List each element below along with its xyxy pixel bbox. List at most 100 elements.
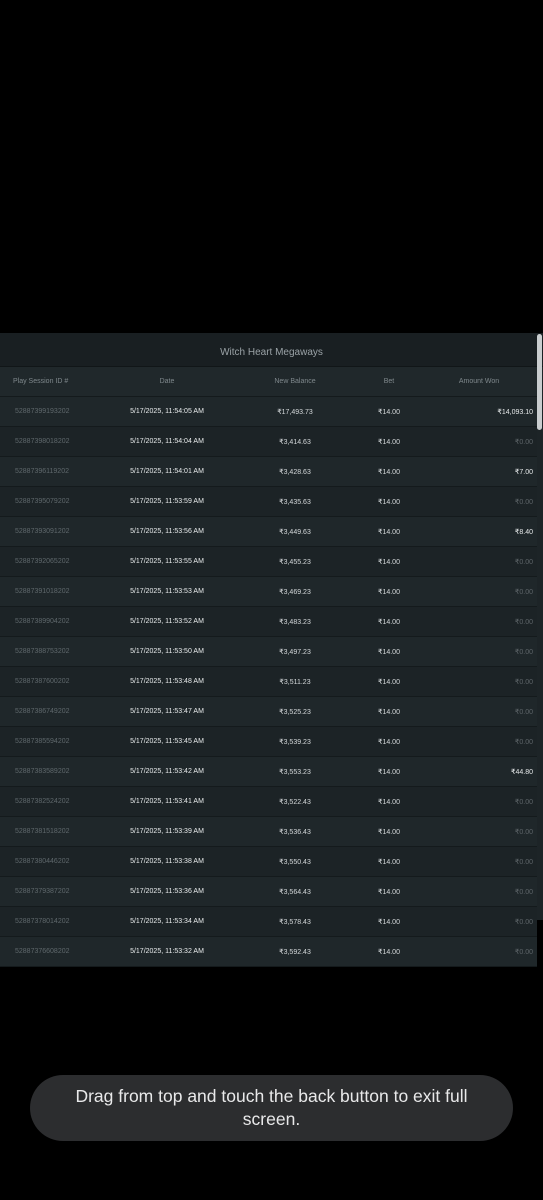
column-header-session-id[interactable]: Play Session ID # (0, 367, 102, 397)
table-row[interactable]: 52887386749202 5/17/2025, 11:53:47 AM ₹3,5… (0, 696, 537, 727)
amount-won-cell: ₹0.00 (420, 726, 537, 757)
table-row[interactable]: 52887388753202 5/17/2025, 11:53:50 AM ₹3,4… (0, 636, 537, 667)
date-cell: 5/17/2025, 11:53:39 AM (102, 816, 232, 847)
table-row[interactable]: 52887383589202 5/17/2025, 11:53:42 AM ₹3,5… (0, 756, 537, 787)
new-balance-cell: ₹3,522.43 (232, 786, 358, 817)
amount-won-cell: ₹0.00 (420, 936, 537, 967)
table-row[interactable]: 52887382524202 5/17/2025, 11:53:41 AM ₹3,5… (0, 786, 537, 817)
table-row[interactable]: 52887396119202 5/17/2025, 11:54:01 AM ₹3,4… (0, 456, 537, 487)
new-balance-cell: ₹3,428.63 (232, 456, 358, 487)
table-row[interactable]: 52887380446202 5/17/2025, 11:53:38 AM ₹3,5… (0, 846, 537, 877)
session-id-cell: 52887380446202 (0, 846, 102, 877)
session-id-cell: 52887391018202 (0, 576, 102, 607)
date-cell: 5/17/2025, 11:53:52 AM (102, 606, 232, 637)
session-id-cell: 52887376608202 (0, 936, 102, 967)
session-id-cell: 52887378014202 (0, 906, 102, 937)
amount-won-cell: ₹14,093.10 (420, 396, 537, 427)
session-id-cell: 52887395079202 (0, 486, 102, 517)
table-row[interactable]: 52887391018202 5/17/2025, 11:53:53 AM ₹3,4… (0, 576, 537, 607)
history-panel: Witch Heart Megaways Play Session ID # D… (0, 333, 543, 967)
amount-won-cell: ₹7.00 (420, 456, 537, 487)
bet-cell: ₹14.00 (358, 456, 420, 487)
new-balance-cell: ₹3,455.23 (232, 546, 358, 577)
table-row[interactable]: 52887398018202 5/17/2025, 11:54:04 AM ₹3,4… (0, 426, 537, 457)
date-cell: 5/17/2025, 11:53:59 AM (102, 486, 232, 517)
date-cell: 5/17/2025, 11:53:55 AM (102, 546, 232, 577)
date-cell: 5/17/2025, 11:53:38 AM (102, 846, 232, 877)
date-cell: 5/17/2025, 11:54:05 AM (102, 396, 232, 427)
bet-cell: ₹14.00 (358, 486, 420, 517)
amount-won-cell: ₹0.00 (420, 576, 537, 607)
amount-won-cell: ₹0.00 (420, 546, 537, 577)
new-balance-cell: ₹3,592.43 (232, 936, 358, 967)
session-id-cell: 52887381518202 (0, 816, 102, 847)
game-title: Witch Heart Megaways (220, 347, 323, 358)
session-id-cell: 52887382524202 (0, 786, 102, 817)
date-cell: 5/17/2025, 11:54:01 AM (102, 456, 232, 487)
table-row[interactable]: 52887376608202 5/17/2025, 11:53:32 AM ₹3,5… (0, 936, 537, 967)
table-row[interactable]: 52887385594202 5/17/2025, 11:53:45 AM ₹3,5… (0, 726, 537, 757)
amount-won-cell: ₹0.00 (420, 486, 537, 517)
bet-cell: ₹14.00 (358, 756, 420, 787)
table-row[interactable]: 52887387600202 5/17/2025, 11:53:48 AM ₹3,5… (0, 666, 537, 697)
new-balance-cell: ₹3,497.23 (232, 636, 358, 667)
bet-cell: ₹14.00 (358, 606, 420, 637)
new-balance-cell: ₹3,414.63 (232, 426, 358, 457)
table-header-row: Play Session ID # Date New Balance Bet A… (0, 367, 537, 397)
new-balance-cell: ₹3,550.43 (232, 846, 358, 877)
date-cell: 5/17/2025, 11:53:36 AM (102, 876, 232, 907)
date-cell: 5/17/2025, 11:53:48 AM (102, 666, 232, 697)
table-row[interactable]: 52887381518202 5/17/2025, 11:53:39 AM ₹3,5… (0, 816, 537, 847)
session-id-cell: 52887399193202 (0, 396, 102, 427)
new-balance-cell: ₹17,493.73 (232, 396, 358, 427)
amount-won-cell: ₹0.00 (420, 876, 537, 907)
session-id-cell: 52887398018202 (0, 426, 102, 457)
column-header-bet[interactable]: Bet (358, 367, 420, 397)
bet-cell: ₹14.00 (358, 786, 420, 817)
table-row[interactable]: 52887378014202 5/17/2025, 11:53:34 AM ₹3,5… (0, 906, 537, 937)
new-balance-cell: ₹3,435.63 (232, 486, 358, 517)
bet-cell: ₹14.00 (358, 396, 420, 427)
amount-won-cell: ₹0.00 (420, 786, 537, 817)
date-cell: 5/17/2025, 11:53:41 AM (102, 786, 232, 817)
game-title-bar: Witch Heart Megaways (0, 333, 543, 367)
table-row[interactable]: 52887393091202 5/17/2025, 11:53:56 AM ₹3,4… (0, 516, 537, 547)
date-cell: 5/17/2025, 11:53:53 AM (102, 576, 232, 607)
amount-won-cell: ₹0.00 (420, 606, 537, 637)
bet-cell: ₹14.00 (358, 726, 420, 757)
bet-cell: ₹14.00 (358, 426, 420, 457)
session-id-cell: 52887383589202 (0, 756, 102, 787)
session-id-cell: 52887386749202 (0, 696, 102, 727)
bet-cell: ₹14.00 (358, 816, 420, 847)
amount-won-cell: ₹0.00 (420, 636, 537, 667)
table-row[interactable]: 52887399193202 5/17/2025, 11:54:05 AM ₹17,… (0, 396, 537, 427)
column-header-amount-won[interactable]: Amount Won (420, 367, 537, 397)
history-table: Play Session ID # Date New Balance Bet A… (0, 367, 537, 967)
amount-won-cell: ₹44.80 (420, 756, 537, 787)
session-id-cell: 52887385594202 (0, 726, 102, 757)
date-cell: 5/17/2025, 11:53:32 AM (102, 936, 232, 967)
fullscreen-toast: Drag from top and touch the back button … (30, 1075, 513, 1141)
amount-won-cell: ₹0.00 (420, 426, 537, 457)
session-id-cell: 52887379387202 (0, 876, 102, 907)
date-cell: 5/17/2025, 11:53:42 AM (102, 756, 232, 787)
new-balance-cell: ₹3,553.23 (232, 756, 358, 787)
table-body: 52887399193202 5/17/2025, 11:54:05 AM ₹17,… (0, 396, 537, 967)
table-row[interactable]: 52887389904202 5/17/2025, 11:53:52 AM ₹3,4… (0, 606, 537, 637)
new-balance-cell: ₹3,564.43 (232, 876, 358, 907)
table-row[interactable]: 52887379387202 5/17/2025, 11:53:36 AM ₹3,5… (0, 876, 537, 907)
session-id-cell: 52887389904202 (0, 606, 102, 637)
table-row[interactable]: 52887392065202 5/17/2025, 11:53:55 AM ₹3,4… (0, 546, 537, 577)
session-id-cell: 52887396119202 (0, 456, 102, 487)
bet-cell: ₹14.00 (358, 696, 420, 727)
new-balance-cell: ₹3,511.23 (232, 666, 358, 697)
new-balance-cell: ₹3,578.43 (232, 906, 358, 937)
date-cell: 5/17/2025, 11:53:50 AM (102, 636, 232, 667)
session-id-cell: 52887393091202 (0, 516, 102, 547)
table-row[interactable]: 52887395079202 5/17/2025, 11:53:59 AM ₹3,4… (0, 486, 537, 517)
column-header-new-balance[interactable]: New Balance (232, 367, 358, 397)
new-balance-cell: ₹3,525.23 (232, 696, 358, 727)
scrollbar-thumb[interactable] (537, 334, 542, 430)
bet-cell: ₹14.00 (358, 516, 420, 547)
column-header-date[interactable]: Date (102, 367, 232, 397)
